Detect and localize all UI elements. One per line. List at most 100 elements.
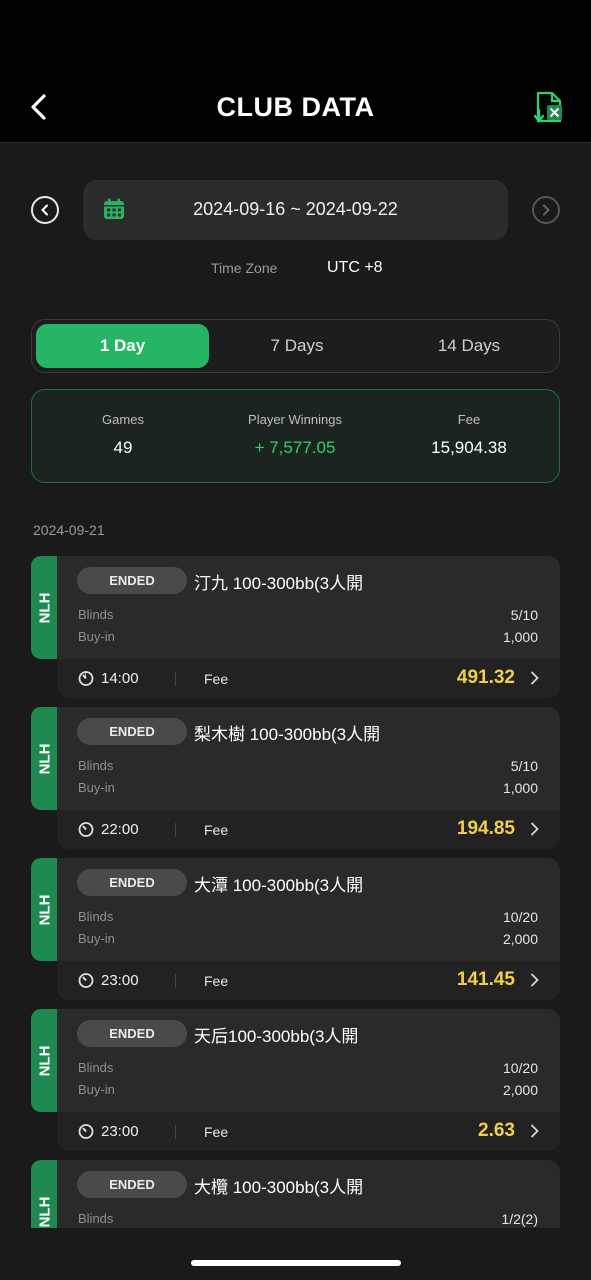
game-time: 23:00 bbox=[101, 1123, 139, 1140]
chevron-right-icon bbox=[543, 204, 550, 216]
game-name: 梨木樹 100-300bb(3人開 bbox=[194, 725, 381, 744]
game-type-text: NLH bbox=[36, 592, 54, 623]
blinds-label: Blinds bbox=[78, 909, 114, 924]
blinds-value: 1/2(2) bbox=[501, 1211, 538, 1227]
game-type-tag: NLH bbox=[31, 707, 59, 810]
timezone-label: Time Zone bbox=[211, 260, 278, 276]
status-bar bbox=[0, 0, 591, 70]
timer-icon bbox=[78, 973, 94, 988]
status-badge: ENDED bbox=[77, 1171, 187, 1198]
game-card-body: ENDED 汀九 100-300bb(3人開 Blinds 5/10 Buy-i… bbox=[57, 556, 560, 659]
blinds-label: Blinds bbox=[78, 758, 114, 773]
app-header: CLUB DATA bbox=[0, 70, 591, 143]
blinds-value: 5/10 bbox=[510, 607, 538, 623]
game-card[interactable]: NLH ENDED 天后100-300bb(3人開 Blinds 10/20 B… bbox=[31, 1009, 560, 1151]
home-indicator[interactable] bbox=[191, 1260, 401, 1266]
period-tabs: 1 Day 7 Days 14 Days bbox=[31, 319, 560, 373]
fee-label: Fee bbox=[204, 973, 229, 989]
previous-week-button[interactable] bbox=[31, 196, 59, 224]
game-card[interactable]: NLH ENDED 汀九 100-300bb(3人開 Blinds 5/10 B… bbox=[31, 556, 560, 698]
status-badge: ENDED bbox=[77, 1020, 187, 1047]
game-name: 大欖 100-300bb(3人開 bbox=[194, 1178, 364, 1197]
buyin-value: 2,000 bbox=[502, 931, 538, 947]
chevron-left-icon bbox=[41, 204, 48, 216]
blinds-value: 5/10 bbox=[510, 758, 538, 774]
chevron-right-icon bbox=[531, 822, 539, 836]
summary-panel: Games 49 Player Winnings + 7,577.05 Fee … bbox=[31, 389, 560, 483]
fee-value: 15,904.38 bbox=[431, 438, 507, 457]
game-card-body: ENDED 梨木樹 100-300bb(3人開 Blinds 5/10 Buy-… bbox=[57, 707, 560, 810]
divider bbox=[175, 1125, 176, 1139]
fee-label: Fee bbox=[204, 822, 229, 838]
game-type-text: NLH bbox=[36, 743, 54, 774]
divider bbox=[175, 672, 176, 686]
game-name: 汀九 100-300bb(3人開 bbox=[194, 574, 364, 593]
date-range-text: 2024-09-16 ~ 2024-09-22 bbox=[193, 199, 398, 219]
excel-export-icon bbox=[533, 91, 562, 123]
winnings-value: + 7,577.05 bbox=[254, 438, 336, 457]
tab-14-days[interactable]: 14 Days bbox=[383, 324, 555, 368]
bottom-safe-area bbox=[0, 1228, 591, 1280]
fee-label: Fee bbox=[204, 1124, 229, 1140]
chevron-right-icon bbox=[531, 671, 539, 685]
game-name: 大潭 100-300bb(3人開 bbox=[194, 876, 364, 895]
game-card-footer: 14:00 Fee 491.32 bbox=[57, 659, 560, 698]
timezone-value[interactable]: UTC +8 bbox=[327, 259, 383, 277]
fee-label: Fee bbox=[457, 412, 481, 427]
game-type-text: NLH bbox=[36, 894, 54, 925]
game-time: 14:00 bbox=[101, 670, 139, 687]
blinds-value: 10/20 bbox=[502, 909, 538, 925]
game-card-body: ENDED 天后100-300bb(3人開 Blinds 10/20 Buy-i… bbox=[57, 1009, 560, 1112]
date-range-picker[interactable]: 2024-09-16 ~ 2024-09-22 bbox=[83, 180, 508, 240]
games-value: 49 bbox=[113, 438, 133, 457]
buyin-label: Buy-in bbox=[78, 931, 115, 946]
game-type-tag: NLH bbox=[31, 858, 59, 961]
winnings-label: Player Winnings bbox=[248, 412, 342, 427]
next-week-button[interactable] bbox=[532, 196, 560, 224]
summary-games: Games 49 bbox=[72, 412, 174, 458]
game-card-body: ENDED 大潭 100-300bb(3人開 Blinds 10/20 Buy-… bbox=[57, 858, 560, 961]
tab-7-days[interactable]: 7 Days bbox=[211, 324, 383, 368]
game-type-text: NLH bbox=[36, 1045, 54, 1076]
game-type-text: NLH bbox=[36, 1196, 54, 1227]
status-badge: ENDED bbox=[77, 567, 187, 594]
games-label: Games bbox=[102, 412, 144, 427]
timer-icon bbox=[78, 671, 94, 686]
blinds-label: Blinds bbox=[78, 1211, 114, 1226]
fee-amount: 141.45 bbox=[456, 969, 515, 990]
summary-winnings: Player Winnings + 7,577.05 bbox=[225, 412, 365, 458]
blinds-value: 10/20 bbox=[502, 1060, 538, 1076]
export-excel-button[interactable] bbox=[530, 90, 566, 126]
tab-1-day[interactable]: 1 Day bbox=[36, 324, 209, 368]
game-type-tag: NLH bbox=[31, 1009, 59, 1112]
game-card[interactable]: NLH ENDED 梨木樹 100-300bb(3人開 Blinds 5/10 … bbox=[31, 707, 560, 849]
buyin-value: 2,000 bbox=[502, 1082, 538, 1098]
fee-amount: 194.85 bbox=[456, 818, 515, 839]
status-badge: ENDED bbox=[77, 869, 187, 896]
buyin-label: Buy-in bbox=[78, 780, 115, 795]
game-card-footer: 23:00 Fee 2.63 bbox=[57, 1112, 560, 1151]
game-card-footer: 22:00 Fee 194.85 bbox=[57, 810, 560, 849]
timer-icon bbox=[78, 1124, 94, 1139]
game-time: 23:00 bbox=[101, 972, 139, 989]
game-card[interactable]: NLH ENDED 大潭 100-300bb(3人開 Blinds 10/20 … bbox=[31, 858, 560, 1000]
chevron-right-icon bbox=[531, 973, 539, 987]
game-time: 22:00 bbox=[101, 821, 139, 838]
timer-icon bbox=[78, 822, 94, 837]
summary-fee: Fee 15,904.38 bbox=[413, 412, 525, 458]
blinds-label: Blinds bbox=[78, 1060, 114, 1075]
buyin-value: 1,000 bbox=[502, 780, 538, 796]
game-type-tag: NLH bbox=[31, 556, 59, 659]
blinds-label: Blinds bbox=[78, 607, 114, 622]
buyin-label: Buy-in bbox=[78, 629, 115, 644]
page-title: CLUB DATA bbox=[216, 92, 375, 122]
group-date-header: 2024-09-21 bbox=[33, 522, 105, 538]
divider bbox=[175, 974, 176, 988]
game-card-footer: 23:00 Fee 141.45 bbox=[57, 961, 560, 1000]
fee-amount: 491.32 bbox=[456, 667, 515, 688]
fee-label: Fee bbox=[204, 671, 229, 687]
buyin-value: 1,000 bbox=[502, 629, 538, 645]
fee-amount: 2.63 bbox=[478, 1120, 515, 1141]
buyin-label: Buy-in bbox=[78, 1082, 115, 1097]
chevron-right-icon bbox=[531, 1124, 539, 1138]
